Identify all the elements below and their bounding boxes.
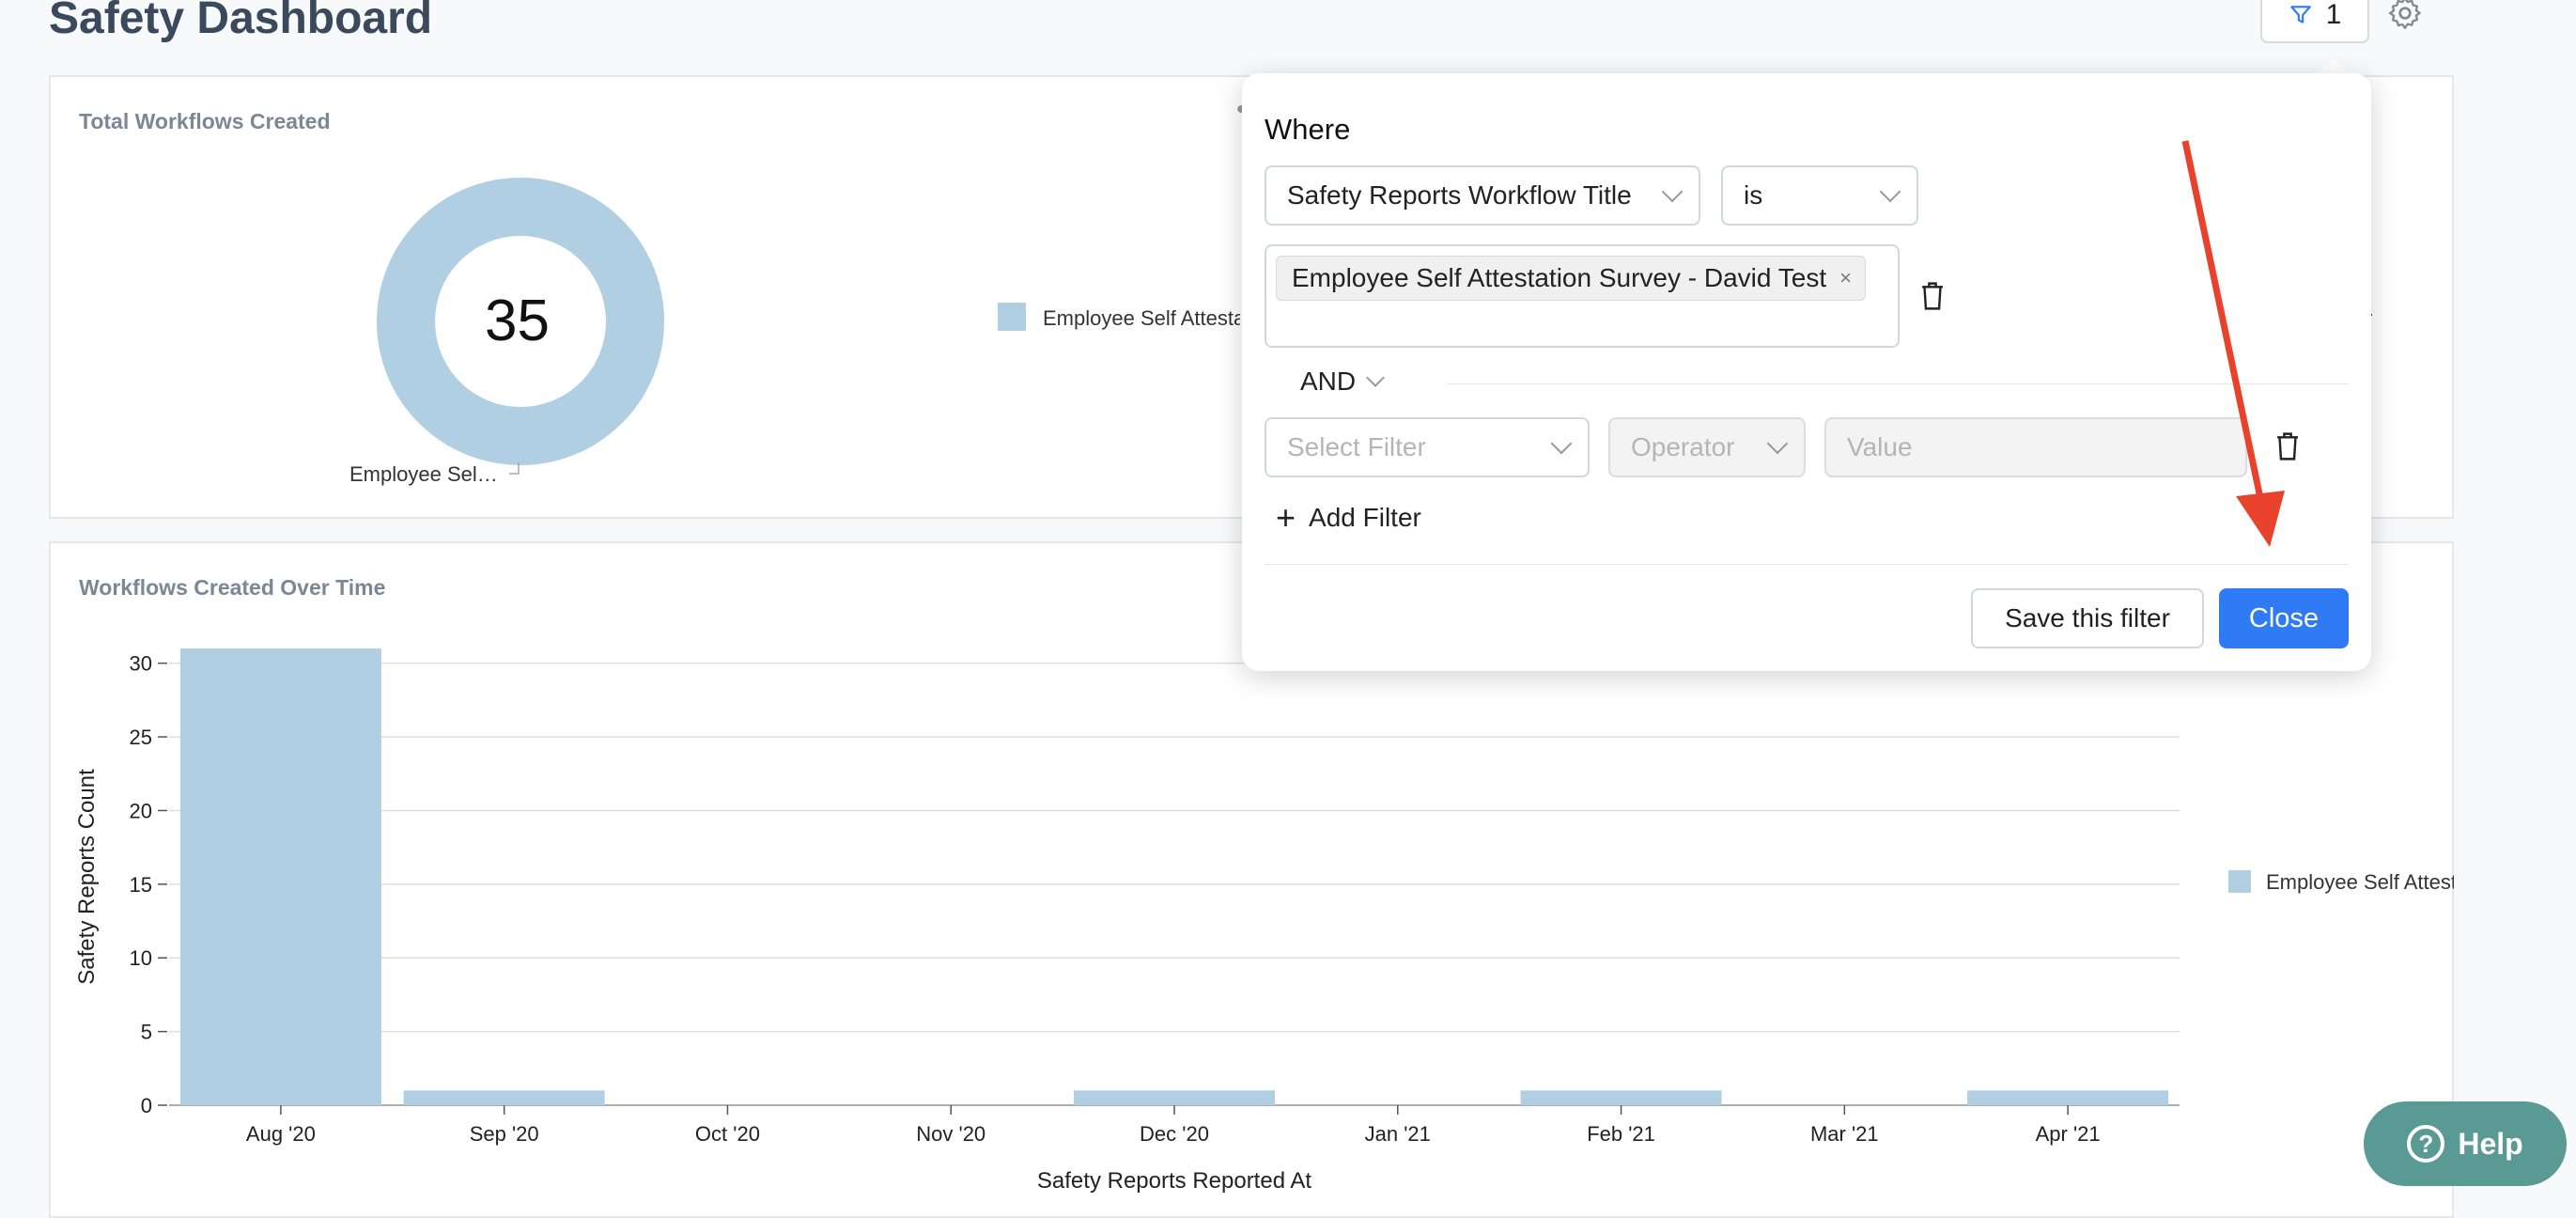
bar bbox=[179, 648, 381, 1105]
x-axis-label: Safety Reports Reported At bbox=[1037, 1168, 1311, 1194]
legend-swatch bbox=[998, 303, 1026, 331]
filter-value-input[interactable]: Employee Self Attestation Survey - David… bbox=[1265, 244, 1900, 348]
gear-icon[interactable] bbox=[2386, 0, 2424, 32]
new-filter-select[interactable]: Select Filter bbox=[1265, 417, 1590, 477]
donut-slice-label: Employee Sel… bbox=[349, 462, 498, 486]
bar bbox=[403, 1090, 605, 1105]
x-tick-label: Dec '20 bbox=[1140, 1122, 1209, 1146]
x-tick-label: Oct '20 bbox=[695, 1122, 760, 1146]
annotation-arrow bbox=[2181, 140, 2285, 547]
add-filter-label: Add Filter bbox=[1309, 503, 1421, 532]
save-filter-button[interactable]: Save this filter bbox=[1971, 588, 2204, 648]
active-filter-count: 1 bbox=[2325, 0, 2342, 30]
x-tick-label: Feb '21 bbox=[1587, 1122, 1655, 1146]
bar bbox=[1967, 1090, 2169, 1105]
add-filter-button[interactable]: + Add Filter bbox=[1276, 498, 1421, 538]
new-operator-placeholder: Operator bbox=[1631, 432, 1735, 461]
new-filter-placeholder: Select Filter bbox=[1287, 432, 1426, 461]
legend-label: Employee Self Attest bbox=[2266, 870, 2454, 894]
close-icon[interactable]: × bbox=[1839, 266, 1852, 290]
x-tick-label: Jan '21 bbox=[1365, 1122, 1431, 1146]
help-icon: ? bbox=[2407, 1125, 2445, 1163]
chevron-down-icon bbox=[1366, 368, 1386, 387]
filter-operator-select[interactable]: is bbox=[1721, 165, 1918, 226]
y-axis-label: Safety Reports Count bbox=[74, 769, 100, 985]
chevron-down-icon bbox=[1879, 180, 1901, 203]
x-tick-label: Sep '20 bbox=[470, 1122, 539, 1146]
filter-icon bbox=[2289, 6, 2311, 23]
donut-total: 35 bbox=[485, 289, 550, 353]
y-tick-label: 5 bbox=[141, 1021, 152, 1044]
x-tick-label: Nov '20 bbox=[916, 1122, 985, 1146]
y-tick-label: 10 bbox=[130, 946, 152, 970]
filter-operator-value: is bbox=[1744, 180, 1763, 210]
trash-icon[interactable] bbox=[1918, 280, 1947, 312]
value-tag-label: Employee Self Attestation Survey - David… bbox=[1292, 263, 1827, 292]
divider bbox=[1265, 564, 2349, 565]
bar bbox=[1074, 1090, 1275, 1105]
where-label: Where bbox=[1265, 113, 1351, 146]
y-tick-label: 30 bbox=[130, 652, 152, 676]
y-tick-label: 20 bbox=[130, 799, 152, 822]
chevron-down-icon bbox=[1661, 180, 1684, 203]
chevron-down-icon bbox=[1766, 432, 1789, 455]
x-tick-label: Apr '21 bbox=[2036, 1122, 2101, 1146]
y-tick-label: 0 bbox=[141, 1094, 152, 1117]
filter-field-value: Safety Reports Workflow Title bbox=[1287, 180, 1632, 210]
value-tag: Employee Self Attestation Survey - David… bbox=[1276, 256, 1866, 301]
close-button[interactable]: Close bbox=[2219, 588, 2349, 648]
legend-label: Employee Self Attesta bbox=[1043, 306, 1240, 330]
help-label: Help bbox=[2458, 1126, 2523, 1161]
x-tick-label: Mar '21 bbox=[1810, 1122, 1879, 1146]
filter-field-select[interactable]: Safety Reports Workflow Title bbox=[1265, 165, 1700, 226]
page-title: Safety Dashboard bbox=[49, 0, 433, 43]
card-title: Workflows Created Over Time bbox=[79, 575, 386, 600]
new-value-placeholder: Value bbox=[1847, 432, 1913, 461]
x-tick-label: Aug '20 bbox=[246, 1122, 316, 1146]
filter-toggle-button[interactable]: 1 bbox=[2260, 0, 2369, 43]
card-title: Total Workflows Created bbox=[79, 109, 331, 133]
conjunction-select[interactable]: AND bbox=[1300, 367, 1386, 397]
chevron-down-icon bbox=[1550, 432, 1573, 455]
new-operator-select[interactable]: Operator bbox=[1608, 417, 1806, 477]
y-tick-label: 15 bbox=[130, 873, 152, 897]
conjunction-value: AND bbox=[1300, 367, 1357, 396]
help-button[interactable]: ? Help bbox=[2364, 1101, 2567, 1186]
bar bbox=[1520, 1090, 1722, 1105]
plus-icon: + bbox=[1276, 498, 1296, 537]
legend-swatch bbox=[2228, 870, 2251, 893]
y-tick-label: 25 bbox=[130, 726, 152, 749]
donut-label-leader bbox=[509, 462, 520, 475]
bar-chart: 0 5 10 15 20 25 30 Aug '20 Sep '20 Oct '20 Nov '20… bbox=[74, 648, 2180, 1194]
